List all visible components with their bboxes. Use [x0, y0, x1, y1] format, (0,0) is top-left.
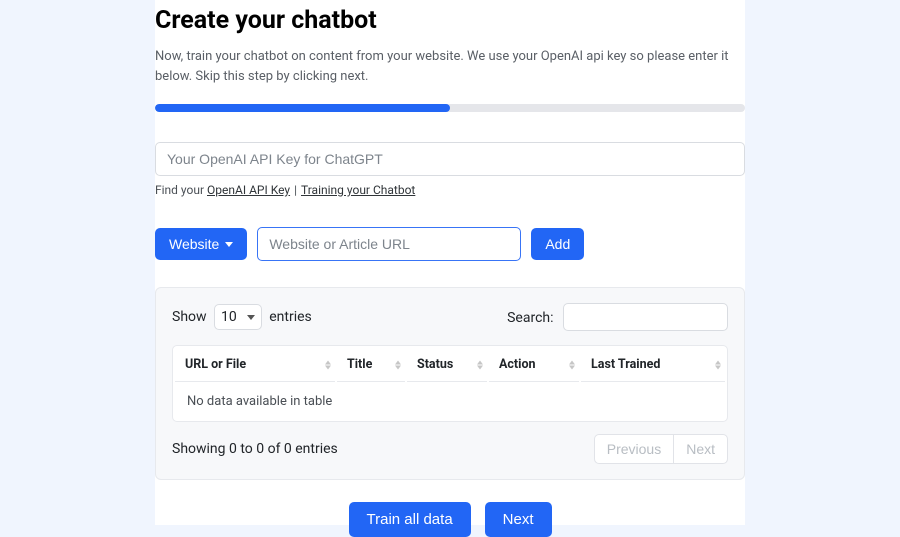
- show-label: Show: [172, 309, 207, 325]
- col-header-url[interactable]: URL or File: [175, 348, 335, 382]
- source-type-dropdown[interactable]: Website: [155, 228, 247, 260]
- page-subtitle: Now, train your chatbot on content from …: [155, 47, 745, 86]
- helper-prefix: Find your: [155, 183, 207, 197]
- table-search-input[interactable]: [563, 303, 728, 331]
- search-label: Search:: [507, 310, 553, 326]
- pagination-previous-button[interactable]: Previous: [594, 434, 673, 464]
- chevron-down-icon: [225, 242, 233, 247]
- entries-select[interactable]: 10: [214, 304, 262, 330]
- sort-icon: [477, 360, 483, 369]
- table-info-text: Showing 0 to 0 of 0 entries: [172, 441, 338, 457]
- next-step-button[interactable]: Next: [485, 502, 552, 537]
- entries-label: entries: [269, 309, 312, 325]
- sort-icon: [325, 360, 331, 369]
- chevron-down-icon: [247, 315, 255, 320]
- source-url-input[interactable]: [257, 227, 521, 261]
- wizard-card: Create your chatbot Now, train your chat…: [155, 0, 745, 525]
- link-openai-api-key[interactable]: OpenAI API Key: [207, 183, 290, 197]
- entries-control: Show 10 entries: [172, 304, 312, 330]
- progress-track: [155, 104, 745, 112]
- sort-icon: [395, 360, 401, 369]
- add-source-button[interactable]: Add: [531, 228, 584, 260]
- col-header-trained[interactable]: Last Trained: [581, 348, 725, 382]
- table-empty-row: No data available in table: [175, 384, 725, 419]
- data-table-section: Show 10 entries Search:: [155, 287, 745, 480]
- link-training-chatbot[interactable]: Training your Chatbot: [301, 183, 415, 197]
- col-header-status[interactable]: Status: [407, 348, 487, 382]
- pagination: Previous Next: [594, 434, 728, 464]
- progress-bar: [155, 104, 450, 112]
- api-helper-text: Find your OpenAI API Key | Training your C…: [155, 183, 745, 197]
- source-type-label: Website: [169, 236, 219, 252]
- openai-api-key-input[interactable]: [155, 142, 745, 176]
- table-empty-message: No data available in table: [175, 384, 725, 419]
- pagination-next-button[interactable]: Next: [673, 434, 728, 464]
- page-title: Create your chatbot: [155, 6, 745, 35]
- source-row: Website Add: [155, 227, 745, 261]
- col-header-action[interactable]: Action: [489, 348, 579, 382]
- training-data-table: URL or File Title Status: [172, 345, 728, 422]
- search-control: Search:: [507, 303, 728, 331]
- col-header-title[interactable]: Title: [337, 348, 405, 382]
- footer-actions: Train all data Next: [155, 502, 745, 537]
- entries-value: 10: [221, 309, 237, 325]
- helper-separator: |: [294, 183, 297, 197]
- sort-icon: [715, 360, 721, 369]
- train-all-data-button[interactable]: Train all data: [349, 502, 471, 537]
- sort-icon: [569, 360, 575, 369]
